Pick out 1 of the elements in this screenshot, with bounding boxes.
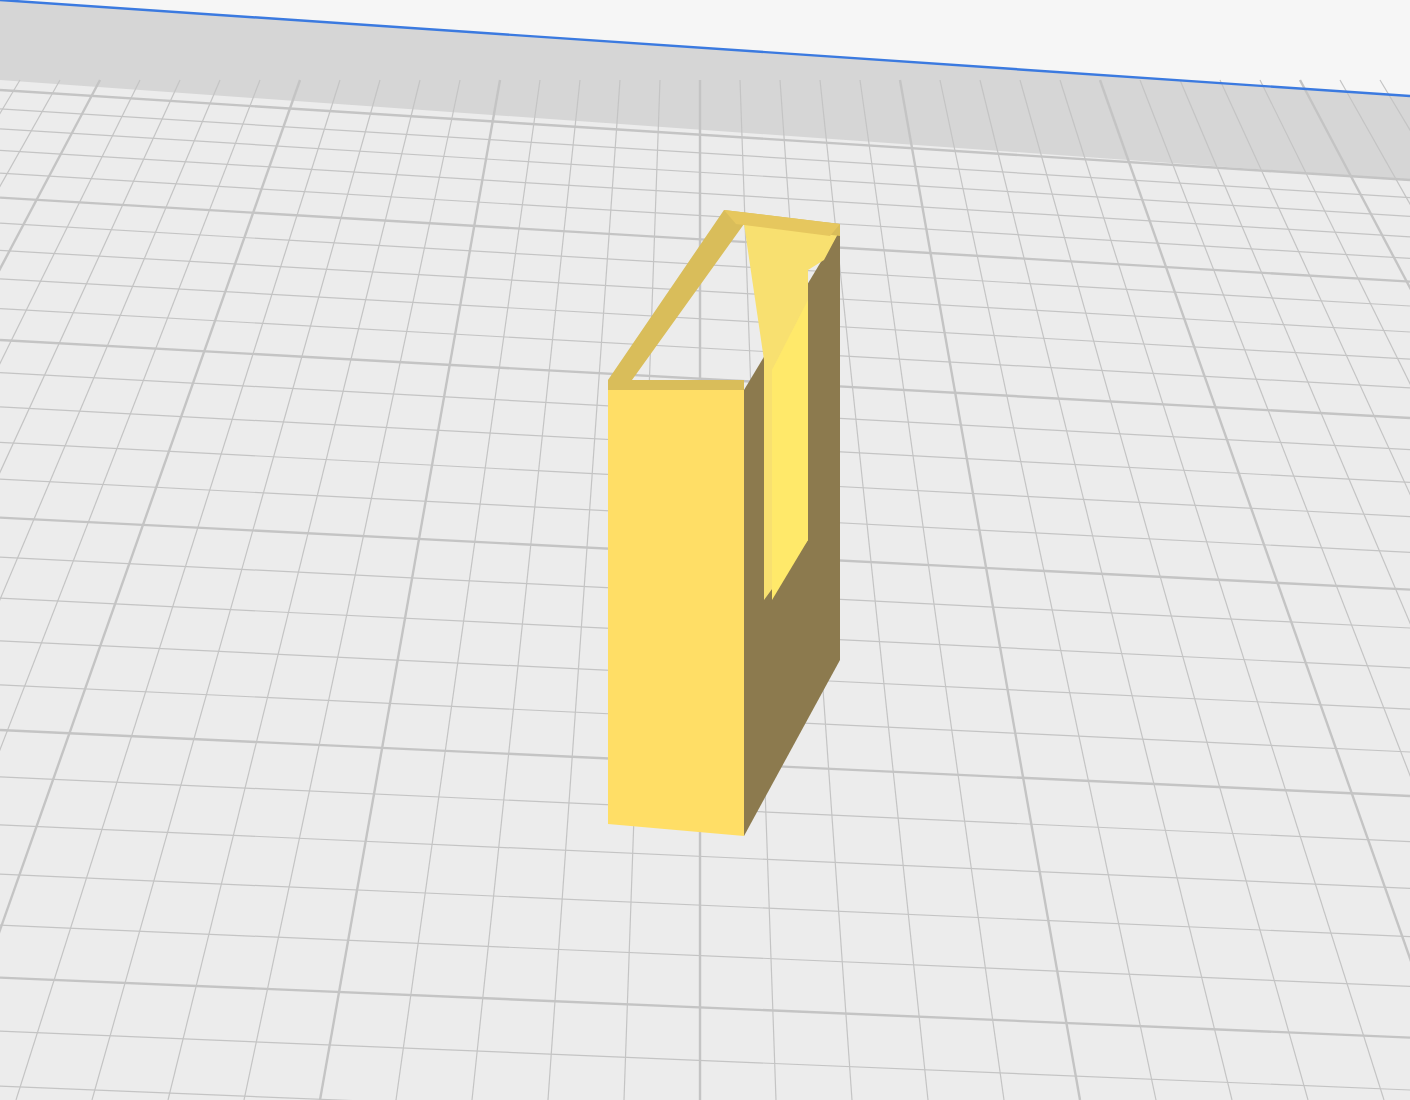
model-drawing[interactable]: [608, 210, 840, 836]
